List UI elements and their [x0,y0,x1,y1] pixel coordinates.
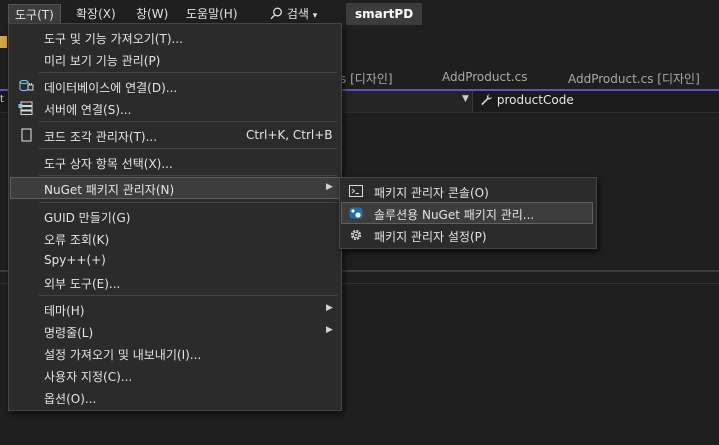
gear-icon [350,229,362,241]
menu-item-label: 미리 보기 기능 관리(P) [44,54,161,68]
menu-separator [39,148,337,149]
menu-item-package-manager-console[interactable]: 패키지 관리자 콘솔(O) [341,180,593,202]
menu-item-connect-server[interactable]: 서버에 연결(S)... [10,97,340,119]
menu-separator [39,175,337,176]
menu-separator [39,295,337,296]
menu-item-import-export-settings[interactable]: 설정 가져오기 및 내보내기(I)... [10,342,340,364]
member-dropdown[interactable]: productCode [480,93,574,107]
menu-tools[interactable]: 도구(T) [8,4,61,25]
tab-addproduct-cs[interactable]: AddProduct.cs [442,70,527,84]
menu-item-label: 패키지 관리자 콘솔(O) [374,186,489,200]
menu-item-label: 패키지 관리자 설정(P) [374,230,487,244]
tab-designer-partial[interactable]: s [디자인] [340,70,393,87]
search-label: 검색 [286,7,309,21]
wrench-icon [481,94,492,106]
menu-item-manage-solution-packages[interactable]: 솔루션용 NuGet 패키지 관리... [341,202,593,224]
submenu-arrow-icon: ▶ [326,182,333,192]
menu-item-label: 솔루션용 NuGet 패키지 관리... [374,208,535,222]
snippet-page-icon [21,128,32,142]
project-name-badge: smartPD [346,3,423,25]
submenu-arrow-icon: ▶ [326,325,333,335]
console-window-icon [349,185,363,197]
menu-item-label: NuGet 패키지 관리자(N) [44,183,175,197]
menu-item-label: 서버에 연결(S)... [44,103,132,117]
menu-separator [39,72,337,73]
menu-window[interactable]: 창(W) [130,4,174,24]
menu-item-label: 명령줄(L) [44,326,94,340]
menu-item-label: Spy++(+) [44,253,106,267]
menu-extensions[interactable]: 확장(X) [70,4,122,24]
menu-separator [39,202,337,203]
chevron-down-icon[interactable]: ▼ [462,94,469,104]
menu-item-external-tools[interactable]: 외부 도구(E)... [10,271,340,293]
menu-help[interactable]: 도움말(H) [180,4,244,24]
menu-item-label: 코드 조각 관리자(T)... [44,130,158,144]
menu-item-command-line[interactable]: 명령줄(L) ▶ [10,320,340,342]
menu-item-error-lookup[interactable]: 오류 조회(K) [10,227,340,249]
menu-item-package-manager-settings[interactable]: 패키지 관리자 설정(P) [341,224,593,246]
member-name: productCode [496,93,574,107]
menu-separator [39,121,337,122]
menu-item-label: 사용자 지정(C)... [44,370,133,384]
submenu-arrow-icon: ▶ [326,303,333,313]
menu-item-shortcut: Ctrl+K, Ctrl+B [246,128,333,142]
tools-menu: 도구 및 기능 가져오기(T)... 미리 보기 기능 관리(P) 데이터베이스… [8,23,342,411]
tab-addproduct-designer[interactable]: AddProduct.cs [디자인] [568,70,700,87]
menu-item-connect-database[interactable]: 데이터베이스에 연결(D)... [10,75,340,97]
search-icon [270,7,282,20]
toolbar-icon-fragment [0,36,7,48]
menu-item-spy[interactable]: Spy++(+) [10,249,340,271]
menu-item-preview-features[interactable]: 미리 보기 기능 관리(P) [10,48,340,70]
menu-item-label: 데이터베이스에 연결(D)... [44,81,178,95]
menu-item-label: 테마(H) [44,304,85,318]
menu-item-label: 설정 가져오기 및 내보내기(I)... [44,348,202,362]
nuget-submenu: 패키지 관리자 콘솔(O) 솔루션용 NuGet 패키지 관리... 패키지 관… [339,177,597,249]
server-icon [18,101,33,115]
type-dropdown[interactable] [338,91,473,112]
menu-item-options[interactable]: 옵션(O)... [10,386,340,408]
menu-item-label: 외부 도구(E)... [44,277,121,291]
menu-item-label: 도구 상자 항목 선택(X)... [44,157,173,171]
menu-item-toolbox-items[interactable]: 도구 상자 항목 선택(X)... [10,151,340,173]
menu-item-label: GUID 만들기(G) [44,211,131,225]
left-fragment-text: t [0,94,4,105]
menu-item-nuget-package-manager[interactable]: NuGet 패키지 관리자(N) ▶ [10,177,340,199]
menu-item-theme[interactable]: 테마(H) ▶ [10,298,340,320]
database-plug-icon [19,79,34,92]
chevron-down-icon: ▾ [312,11,318,21]
search-button[interactable]: 검색 ▾ [262,3,325,25]
menu-item-label: 옵션(O)... [44,392,97,406]
menu-item-customize[interactable]: 사용자 지정(C)... [10,364,340,386]
menu-item-label: 도구 및 기능 가져오기(T)... [44,32,183,46]
menu-item-snippet-manager[interactable]: 코드 조각 관리자(T)... Ctrl+K, Ctrl+B [10,124,340,146]
menu-item-create-guid[interactable]: GUID 만들기(G) [10,205,340,227]
menu-item-import-features[interactable]: 도구 및 기능 가져오기(T)... [10,26,340,48]
menu-item-label: 오류 조회(K) [44,233,110,247]
nuget-package-icon [349,207,363,219]
